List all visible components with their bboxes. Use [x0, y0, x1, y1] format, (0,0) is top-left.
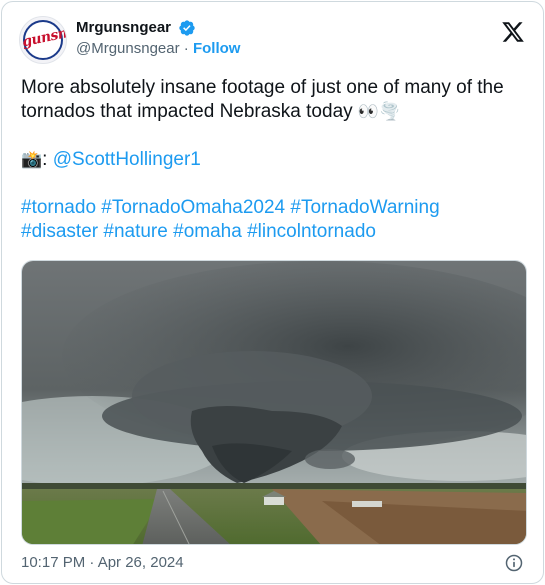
verified-badge-icon: [179, 20, 196, 36]
hashtag-link[interactable]: #nature: [103, 221, 167, 242]
timestamp-link[interactable]: 10:17 PM · Apr 26, 2024: [21, 554, 184, 571]
hashtag-link[interactable]: #disaster: [21, 221, 98, 242]
handle[interactable]: @Mrgunsngear: [76, 40, 180, 57]
tweet-body: More absolutely insane footage of just o…: [21, 76, 521, 124]
hashtags-line-1: #tornado #TornadoOmaha2024 #TornadoWarni…: [21, 196, 521, 220]
tweet-text: More absolutely insane footage of just o…: [21, 76, 521, 244]
tweet-body-emojis: 👀🌪️: [357, 102, 401, 122]
mention-link[interactable]: @ScottHollinger1: [53, 149, 201, 170]
tweet-body-text: More absolutely insane footage of just o…: [21, 77, 504, 122]
hashtag-link[interactable]: #omaha: [173, 221, 242, 242]
info-icon[interactable]: [504, 553, 524, 573]
tornado-photo: [22, 261, 526, 544]
handle-separator: ·: [179, 40, 193, 57]
avatar[interactable]: gunsng: [19, 16, 67, 64]
credit-separator: :: [42, 149, 53, 170]
hashtag-link[interactable]: #tornado: [21, 197, 96, 218]
follow-button[interactable]: Follow: [193, 40, 241, 57]
camera-flash-emoji: 📸: [21, 150, 43, 170]
tweet-footer: 10:17 PM · Apr 26, 2024: [21, 551, 527, 575]
tweet-media-photo[interactable]: [21, 260, 527, 545]
tweet-header: gunsng Mrgunsngear @Mrgunsngear · Follow: [19, 16, 529, 64]
photo-credit: 📸: @ScottHollinger1: [21, 148, 521, 172]
author-block: Mrgunsngear @Mrgunsngear · Follow: [76, 18, 240, 59]
hashtags-line-2: #disaster #nature #omaha #lincolntornado: [21, 220, 521, 244]
display-name[interactable]: Mrgunsngear: [76, 18, 171, 38]
tweet-card: gunsng Mrgunsngear @Mrgunsngear · Follow…: [1, 1, 544, 584]
handle-row: @Mrgunsngear · Follow: [76, 39, 240, 59]
hashtag-link[interactable]: #TornadoWarning: [290, 197, 439, 218]
x-logo-icon[interactable]: [501, 20, 525, 44]
hashtag-link[interactable]: #TornadoOmaha2024: [101, 197, 285, 218]
hashtag-link[interactable]: #lincolntornado: [247, 221, 376, 242]
